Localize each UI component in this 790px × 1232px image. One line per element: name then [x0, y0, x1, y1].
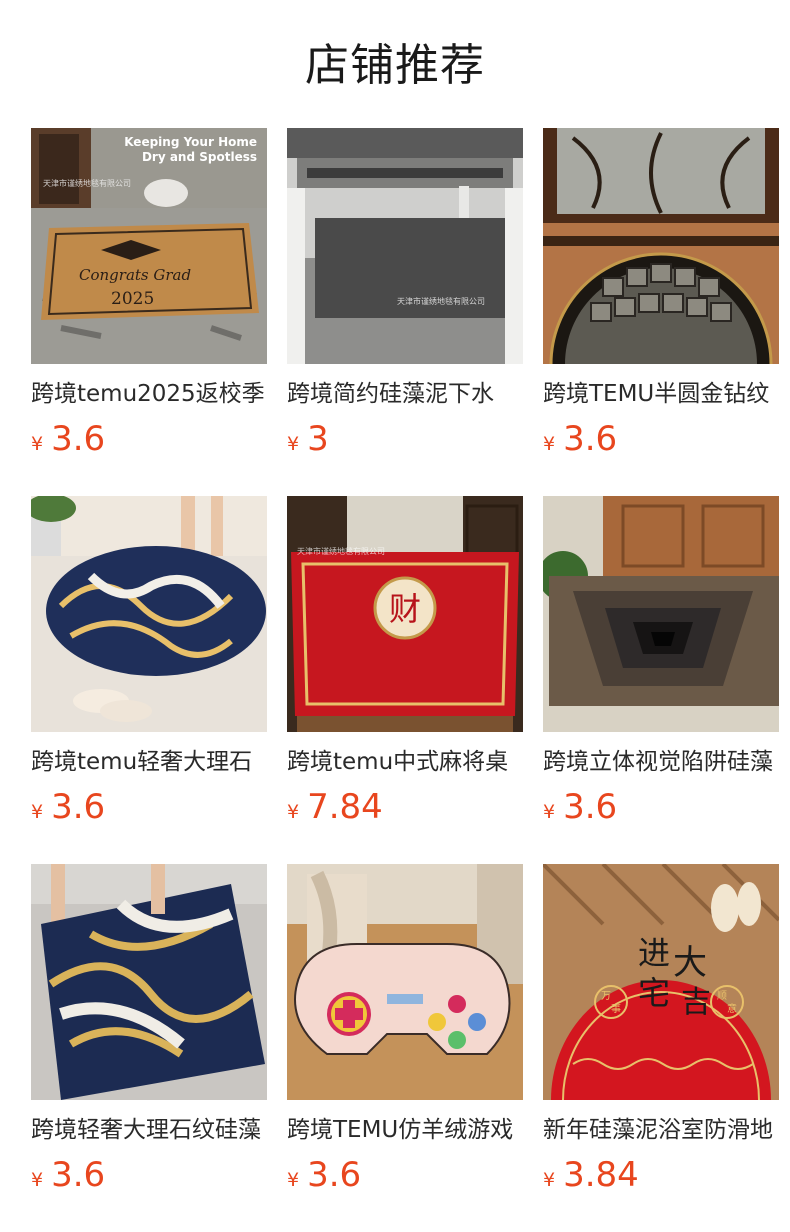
product-name[interactable]: 跨境TEMU半圆金钻纹	[543, 378, 779, 410]
mat-char-7: 顺	[717, 990, 727, 1002]
mat-char-3: 大	[673, 943, 707, 983]
product-price: ¥3.6	[31, 418, 105, 460]
product-image[interactable]	[287, 864, 523, 1100]
page-title: 店铺推荐	[305, 40, 485, 91]
product-name[interactable]: 新年硅藻泥浴室防滑地	[543, 1114, 779, 1146]
mat-char-4: 吉	[681, 985, 711, 1020]
mat-char-5: 万	[601, 991, 611, 1002]
mat-character: 财	[389, 590, 421, 628]
currency-symbol: ¥	[543, 1169, 556, 1191]
product-image[interactable]	[31, 496, 267, 732]
product-price: ¥3.6	[31, 786, 105, 828]
price-value: 3.6	[51, 419, 106, 459]
product-image[interactable]: 财 天津市谨绣地毯有限公司	[287, 496, 523, 732]
product-price: ¥7.84	[287, 786, 383, 828]
price-value: 3.6	[51, 1155, 106, 1195]
product-price: ¥3.6	[543, 786, 617, 828]
price-value: 3.6	[307, 1155, 362, 1195]
currency-symbol: ¥	[31, 433, 44, 455]
currency-symbol: ¥	[287, 433, 300, 455]
price-value: 3.6	[563, 419, 618, 459]
mat-char-8: 意	[727, 1002, 737, 1015]
currency-symbol: ¥	[31, 1169, 44, 1191]
mat-char-2: 宅	[638, 974, 670, 1012]
product-price: ¥3.6	[31, 1154, 105, 1196]
product-image[interactable]	[31, 864, 267, 1100]
watermark: 天津市谨绣地毯有限公司	[397, 296, 485, 306]
price-value: 3	[307, 419, 329, 459]
currency-symbol: ¥	[31, 801, 44, 823]
price-value: 3.6	[563, 787, 618, 827]
product-image[interactable]: 天津市谨绣地毯有限公司	[287, 128, 523, 364]
currency-symbol: ¥	[543, 433, 556, 455]
overlay-line-2: Dry and Spotless	[142, 150, 257, 164]
product-name[interactable]: 跨境简约硅藻泥下水	[287, 378, 523, 410]
watermark: 天津市谨绣地毯有限公司	[297, 546, 385, 556]
price-value: 3.6	[51, 787, 106, 827]
product-price: ¥3.6	[543, 418, 617, 460]
product-name[interactable]: 跨境temu2025返校季	[31, 378, 267, 410]
product-image[interactable]: Congrats Grad 2025 Keeping Your Home Dry…	[31, 128, 267, 364]
currency-symbol: ¥	[287, 801, 300, 823]
mat-greeting: Congrats Grad	[79, 266, 191, 284]
price-value: 7.84	[307, 787, 383, 827]
mat-char-6: 事	[611, 1002, 621, 1015]
price-value: 3.84	[563, 1155, 639, 1195]
currency-symbol: ¥	[287, 1169, 300, 1191]
mat-char-1: 进	[638, 934, 670, 972]
watermark: 天津市谨绣地毯有限公司	[43, 178, 131, 188]
product-name[interactable]: 跨境立体视觉陷阱硅藻	[543, 746, 779, 778]
product-name[interactable]: 跨境temu中式麻将桌	[287, 746, 523, 778]
currency-symbol: ¥	[543, 801, 556, 823]
product-price: ¥3.6	[287, 1154, 361, 1196]
product-price: ¥3.84	[543, 1154, 639, 1196]
product-image[interactable]: 进 宅 大 吉 万 事 顺 意	[543, 864, 779, 1100]
overlay-line-1: Keeping Your Home	[124, 135, 257, 149]
product-image[interactable]	[543, 128, 779, 364]
product-name[interactable]: 跨境TEMU仿羊绒游戏	[287, 1114, 523, 1146]
product-name[interactable]: 跨境temu轻奢大理石	[31, 746, 267, 778]
product-image[interactable]	[543, 496, 779, 732]
mat-year: 2025	[111, 289, 154, 309]
product-price: ¥3	[287, 418, 329, 460]
product-name[interactable]: 跨境轻奢大理石纹硅藻	[31, 1114, 267, 1146]
